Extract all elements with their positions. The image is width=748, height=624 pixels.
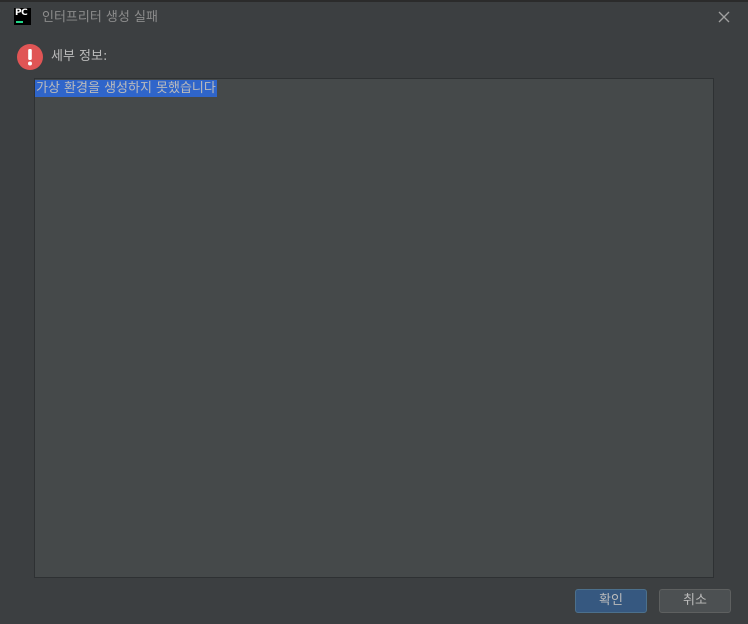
- details-text-area[interactable]: 가상 환경을 생성하지 못했습니다: [34, 78, 714, 578]
- error-exclamation-icon: [16, 43, 44, 71]
- details-label: 세부 정보:: [51, 49, 108, 64]
- close-icon[interactable]: [716, 9, 732, 25]
- details-message[interactable]: 가상 환경을 생성하지 못했습니다: [35, 80, 217, 97]
- ok-button[interactable]: 확인: [575, 589, 647, 613]
- title-bar: PC 인터프리터 생성 실패: [0, 2, 748, 34]
- cancel-button[interactable]: 취소: [659, 589, 731, 613]
- dialog-title: 인터프리터 생성 실패: [42, 10, 158, 25]
- error-dialog: PC 인터프리터 생성 실패 세부 정보: 가상 환경을 생성하지 못했습니다 …: [0, 0, 748, 624]
- pycharm-icon: PC: [14, 8, 31, 25]
